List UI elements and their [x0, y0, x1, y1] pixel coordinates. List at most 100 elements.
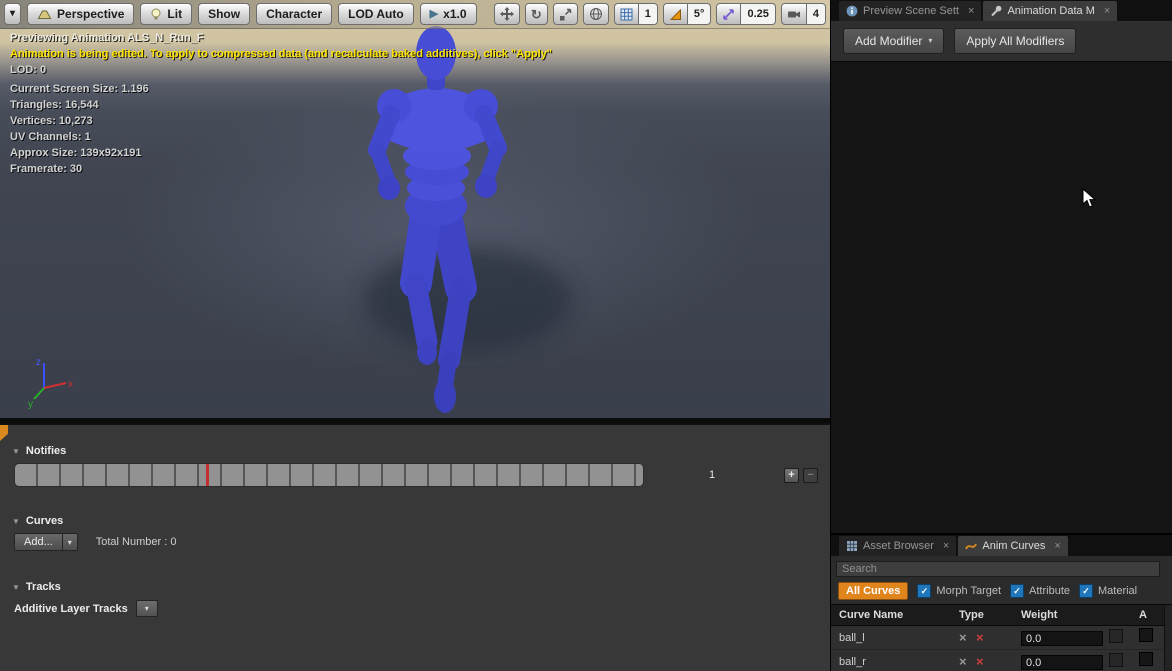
weight-input[interactable] [1021, 631, 1103, 646]
add-curve-button[interactable]: Add... [14, 533, 63, 551]
check-glyph: ✓ [1082, 586, 1090, 597]
right-top-panel: Preview Scene Sett × Animation Data M × … [830, 0, 1172, 533]
tab-anim-curves[interactable]: Anim Curves × [958, 536, 1067, 556]
add-curve-dropdown[interactable]: ▾ [63, 533, 78, 551]
rotation-snap-toggle[interactable] [663, 3, 688, 25]
grid-snap-toggle[interactable] [614, 3, 639, 25]
curve-search-row [831, 556, 1172, 579]
right-bottom-tabbar: Asset Browser × Anim Curves × [831, 535, 1172, 556]
remove-notify-track-button[interactable]: − [803, 468, 818, 483]
viewport[interactable]: Previewing Animation ALS_N_Run_F Animati… [0, 0, 830, 423]
type-column-header[interactable]: Type [959, 609, 1021, 621]
expander-icon: ▼ [12, 517, 20, 526]
viewport-options-button[interactable]: ▾ [4, 3, 21, 25]
scale-tool-button[interactable] [553, 3, 578, 25]
info-icon [846, 5, 858, 17]
curve-row-ball-l[interactable]: ball_l × × [831, 626, 1172, 650]
auto-checkbox[interactable] [1139, 652, 1153, 666]
checkbox-checked-icon: ✓ [1010, 584, 1024, 598]
axis-z-label: z [36, 357, 41, 368]
character-label: Character [266, 7, 322, 21]
camera-speed-value[interactable]: 4 [807, 3, 826, 25]
tab-animation-data-modifiers[interactable]: Animation Data M × [983, 1, 1117, 21]
auto-checkbox[interactable] [1139, 628, 1153, 642]
expand-curve-button[interactable] [1109, 629, 1123, 643]
lit-bulb-icon [150, 8, 162, 20]
scale-snap-toggle[interactable] [716, 3, 741, 25]
tab-close-icon[interactable]: × [1054, 540, 1060, 552]
curve-type-cell: × × [959, 629, 1021, 647]
rotation-snap-group: 5° [663, 3, 712, 25]
weight-column-header[interactable]: Weight [1021, 609, 1139, 621]
scale-icon [559, 8, 572, 21]
curve-search-input[interactable] [836, 561, 1160, 577]
curve-table-scrollbar[interactable] [1164, 605, 1172, 671]
playhead[interactable] [206, 464, 209, 486]
grid-snap-size[interactable]: 1 [639, 3, 658, 25]
additive-tracks-dropdown[interactable]: ▾ [136, 600, 158, 617]
weight-input[interactable] [1021, 655, 1103, 670]
add-notify-track-button[interactable]: + [784, 468, 799, 483]
anim-curves-icon [965, 540, 977, 552]
attribute-label: Attribute [1029, 585, 1070, 597]
lod-auto-button[interactable]: LOD Auto [338, 3, 414, 25]
check-glyph: ✓ [1013, 586, 1021, 597]
notify-track[interactable] [14, 463, 644, 487]
material-checkbox[interactable]: ✓ Material [1079, 584, 1137, 598]
scale-snap-group: 0.25 [716, 3, 775, 25]
expand-curve-button[interactable] [1109, 653, 1123, 667]
expander-icon: ▼ [12, 447, 20, 456]
notify-track-count: 1 [644, 469, 780, 481]
material-flag-icon[interactable]: × [976, 630, 984, 645]
translate-tool-button[interactable] [494, 3, 520, 25]
tab-close-icon[interactable]: × [943, 540, 949, 552]
morph-flag-icon[interactable]: × [959, 654, 967, 669]
character-button[interactable]: Character [256, 3, 332, 25]
rotation-snap-size[interactable]: 5° [688, 3, 712, 25]
curve-name-column-header[interactable]: Curve Name [831, 609, 959, 621]
perspective-button[interactable]: Perspective [27, 3, 134, 25]
rotate-tool-button[interactable]: ↻ [525, 3, 548, 25]
morph-target-checkbox[interactable]: ✓ Morph Target [917, 584, 1001, 598]
add-modifier-label: Add Modifier [855, 34, 922, 48]
apply-all-modifiers-button[interactable]: Apply All Modifiers [954, 28, 1076, 54]
show-button[interactable]: Show [198, 3, 250, 25]
tab-asset-browser[interactable]: Asset Browser × [839, 536, 956, 556]
scale-snap-size[interactable]: 0.25 [741, 3, 775, 25]
tracks-section-header[interactable]: ▼ Tracks [0, 577, 830, 597]
curve-weight-cell [1021, 653, 1139, 671]
tab-close-icon[interactable]: × [1104, 5, 1110, 17]
morph-flag-icon[interactable]: × [959, 630, 967, 645]
dropdown-arrow-icon: ▾ [68, 538, 72, 547]
curve-row-ball-r[interactable]: ball_r × × [831, 650, 1172, 671]
notify-track-row: 1 + − [0, 461, 830, 489]
curve-type-cell: × × [959, 653, 1021, 671]
show-label: Show [208, 7, 240, 21]
check-glyph: ✓ [921, 586, 929, 597]
dropdown-arrow-icon: ▾ [928, 37, 932, 45]
playback-speed-button[interactable]: ▶ x1.0 [420, 3, 477, 25]
camera-speed-button[interactable] [781, 3, 807, 25]
additive-tracks-label: Additive Layer Tracks [14, 603, 128, 615]
all-curves-filter-button[interactable]: All Curves [838, 582, 908, 600]
tab-label: Animation Data M [1007, 5, 1094, 17]
view-mode-lit-button[interactable]: Lit [140, 3, 192, 25]
additive-tracks-row: Additive Layer Tracks ▾ [0, 597, 830, 619]
tab-close-icon[interactable]: × [968, 5, 974, 17]
add-curve-split-button: Add... ▾ [14, 533, 78, 551]
curves-section-header[interactable]: ▼ Curves [0, 511, 830, 531]
coordinate-system-button[interactable] [583, 3, 609, 25]
curves-add-row: Add... ▾ Total Number : 0 [0, 531, 830, 553]
material-label: Material [1098, 585, 1137, 597]
material-flag-icon[interactable]: × [976, 654, 984, 669]
camera-icon [787, 8, 801, 21]
curve-name: ball_l [831, 632, 959, 644]
notifies-section-header[interactable]: ▼ Notifies [0, 425, 830, 461]
modifier-icon [990, 5, 1002, 17]
curve-weight-cell [1021, 629, 1139, 647]
tab-preview-scene-settings[interactable]: Preview Scene Sett × [839, 1, 981, 21]
globe-icon [589, 7, 603, 21]
axis-y-label: y [28, 399, 33, 409]
add-modifier-button[interactable]: Add Modifier ▾ [843, 28, 944, 54]
attribute-checkbox[interactable]: ✓ Attribute [1010, 584, 1070, 598]
